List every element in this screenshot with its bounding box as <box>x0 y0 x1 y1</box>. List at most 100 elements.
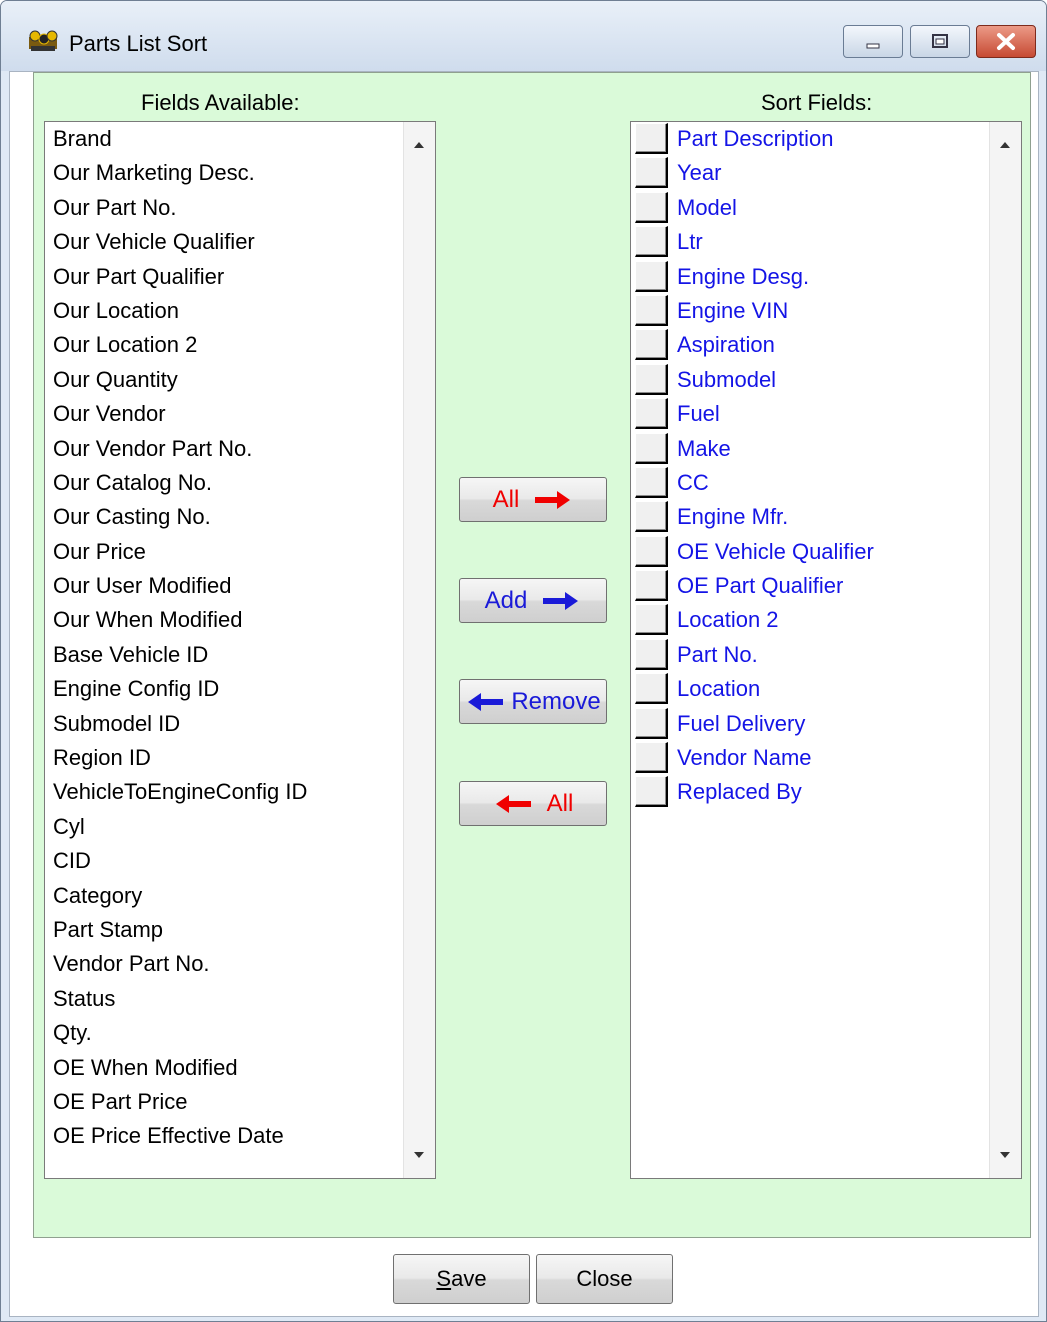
sort-field-item[interactable]: Part No. <box>631 638 874 672</box>
sort-direction-toggle[interactable] <box>635 329 668 361</box>
sort-direction-toggle[interactable] <box>635 604 668 636</box>
list-item[interactable]: Submodel ID <box>45 707 307 741</box>
sort-field-item[interactable]: Fuel Delivery <box>631 707 874 741</box>
sort-direction-toggle[interactable] <box>635 432 668 464</box>
sort-fields-scrollbar[interactable] <box>989 122 1021 1178</box>
sort-field-item[interactable]: Make <box>631 432 874 466</box>
list-item[interactable]: Our Vendor <box>45 397 307 431</box>
sort-field-item[interactable]: Ltr <box>631 225 874 259</box>
parts-list-sort-window: Parts List Sort Fields Available: Sort F… <box>0 0 1047 1322</box>
list-item[interactable]: Our User Modified <box>45 569 307 603</box>
list-item[interactable]: Brand <box>45 122 307 156</box>
arrow-left-icon <box>468 692 504 711</box>
list-item[interactable]: Engine Config ID <box>45 672 307 706</box>
list-item[interactable]: Category <box>45 879 307 913</box>
sort-direction-toggle[interactable] <box>635 226 668 258</box>
list-item[interactable]: Our Vehicle Qualifier <box>45 225 307 259</box>
app-icon <box>29 30 58 51</box>
list-item[interactable]: Status <box>45 982 307 1016</box>
sort-direction-toggle[interactable] <box>635 294 668 326</box>
sort-field-item[interactable]: Submodel <box>631 363 874 397</box>
close-window-button[interactable] <box>976 25 1036 58</box>
add-button[interactable]: Add <box>459 578 607 623</box>
list-item[interactable]: Our Casting No. <box>45 500 307 534</box>
sort-field-label: Location 2 <box>677 607 779 633</box>
list-item[interactable]: Qty. <box>45 1016 307 1050</box>
sort-direction-toggle[interactable] <box>635 535 668 567</box>
list-item[interactable]: Our Quantity <box>45 363 307 397</box>
scroll-down-icon[interactable] <box>1000 1152 1010 1158</box>
sort-field-item[interactable]: Location 2 <box>631 603 874 637</box>
close-button[interactable]: Close <box>536 1254 673 1304</box>
sort-field-item[interactable]: Replaced By <box>631 775 874 809</box>
sort-field-item[interactable]: Engine Mfr. <box>631 500 874 534</box>
sort-field-item[interactable]: Model <box>631 191 874 225</box>
list-item[interactable]: Cyl <box>45 810 307 844</box>
list-item[interactable]: Our Vendor Part No. <box>45 432 307 466</box>
sort-direction-toggle[interactable] <box>635 673 668 705</box>
list-item[interactable]: Our When Modified <box>45 603 307 637</box>
fields-available-scrollbar[interactable] <box>403 122 435 1178</box>
sort-direction-toggle[interactable] <box>635 776 668 808</box>
minimize-button[interactable] <box>843 25 903 58</box>
save-button[interactable]: Save <box>393 1254 530 1304</box>
maximize-button[interactable] <box>910 25 970 58</box>
sort-direction-toggle[interactable] <box>635 191 668 223</box>
list-item[interactable]: Our Part No. <box>45 191 307 225</box>
sort-direction-toggle[interactable] <box>635 398 668 430</box>
list-item[interactable]: OE Price Effective Date <box>45 1119 307 1153</box>
list-item[interactable]: Part Stamp <box>45 913 307 947</box>
sort-fields-list[interactable]: Part Description Year Model Ltr Engine Desg.… <box>630 121 1022 1179</box>
sort-field-item[interactable]: OE Vehicle Qualifier <box>631 535 874 569</box>
sort-field-item[interactable]: Vendor Name <box>631 741 874 775</box>
sort-field-item[interactable]: Engine Desg. <box>631 260 874 294</box>
list-item[interactable]: OE When Modified <box>45 1051 307 1085</box>
add-all-button[interactable]: All <box>459 477 607 522</box>
list-item[interactable]: Our Catalog No. <box>45 466 307 500</box>
sort-field-item[interactable]: Location <box>631 672 874 706</box>
sort-field-item[interactable]: Year <box>631 156 874 190</box>
list-item[interactable]: Our Location <box>45 294 307 328</box>
fields-available-list[interactable]: Brand Our Marketing Desc. Our Part No. Our … <box>44 121 436 1179</box>
remove-all-label: All <box>546 789 574 817</box>
sort-field-item[interactable]: Engine VIN <box>631 294 874 328</box>
sort-direction-toggle[interactable] <box>635 501 668 533</box>
sort-fields-header: Sort Fields: <box>761 90 873 115</box>
remove-button[interactable]: Remove <box>459 679 607 724</box>
sort-field-label: OE Part Qualifier <box>677 573 844 599</box>
fields-available-header: Fields Available: <box>141 90 300 115</box>
list-item[interactable]: Vendor Part No. <box>45 947 307 981</box>
list-item[interactable]: OE Part Price <box>45 1085 307 1119</box>
sort-direction-toggle[interactable] <box>635 570 668 602</box>
sort-field-item[interactable]: OE Part Qualifier <box>631 569 874 603</box>
sort-direction-toggle[interactable] <box>635 363 668 395</box>
sort-field-item[interactable]: CC <box>631 466 874 500</box>
sort-direction-toggle[interactable] <box>635 123 668 154</box>
list-item[interactable]: VehicleToEngineConfig ID <box>45 775 307 809</box>
sort-direction-toggle[interactable] <box>635 260 668 292</box>
sort-direction-toggle[interactable] <box>635 707 668 739</box>
sort-field-item[interactable]: Fuel <box>631 397 874 431</box>
scroll-down-icon[interactable] <box>414 1152 424 1158</box>
scroll-up-icon[interactable] <box>1000 142 1010 148</box>
sort-direction-toggle[interactable] <box>635 157 668 189</box>
title-bar[interactable]: Parts List Sort <box>1 1 1046 71</box>
remove-label: Remove <box>511 687 601 715</box>
sort-field-label: Aspiration <box>677 332 775 358</box>
remove-all-button[interactable]: All <box>459 781 607 826</box>
sort-field-label: Fuel <box>677 401 720 427</box>
list-item[interactable]: CID <box>45 844 307 878</box>
list-item[interactable]: Our Location 2 <box>45 328 307 362</box>
list-item[interactable]: Base Vehicle ID <box>45 638 307 672</box>
scroll-up-icon[interactable] <box>414 142 424 148</box>
sort-field-item[interactable]: Aspiration <box>631 328 874 362</box>
sort-direction-toggle[interactable] <box>635 638 668 670</box>
list-item[interactable]: Our Price <box>45 535 307 569</box>
sort-direction-toggle[interactable] <box>635 466 668 498</box>
list-item[interactable]: Region ID <box>45 741 307 775</box>
sort-field-item[interactable]: Part Description <box>631 122 874 156</box>
sort-field-label: Engine VIN <box>677 297 789 323</box>
list-item[interactable]: Our Marketing Desc. <box>45 156 307 190</box>
list-item[interactable]: Our Part Qualifier <box>45 260 307 294</box>
sort-direction-toggle[interactable] <box>635 742 668 774</box>
